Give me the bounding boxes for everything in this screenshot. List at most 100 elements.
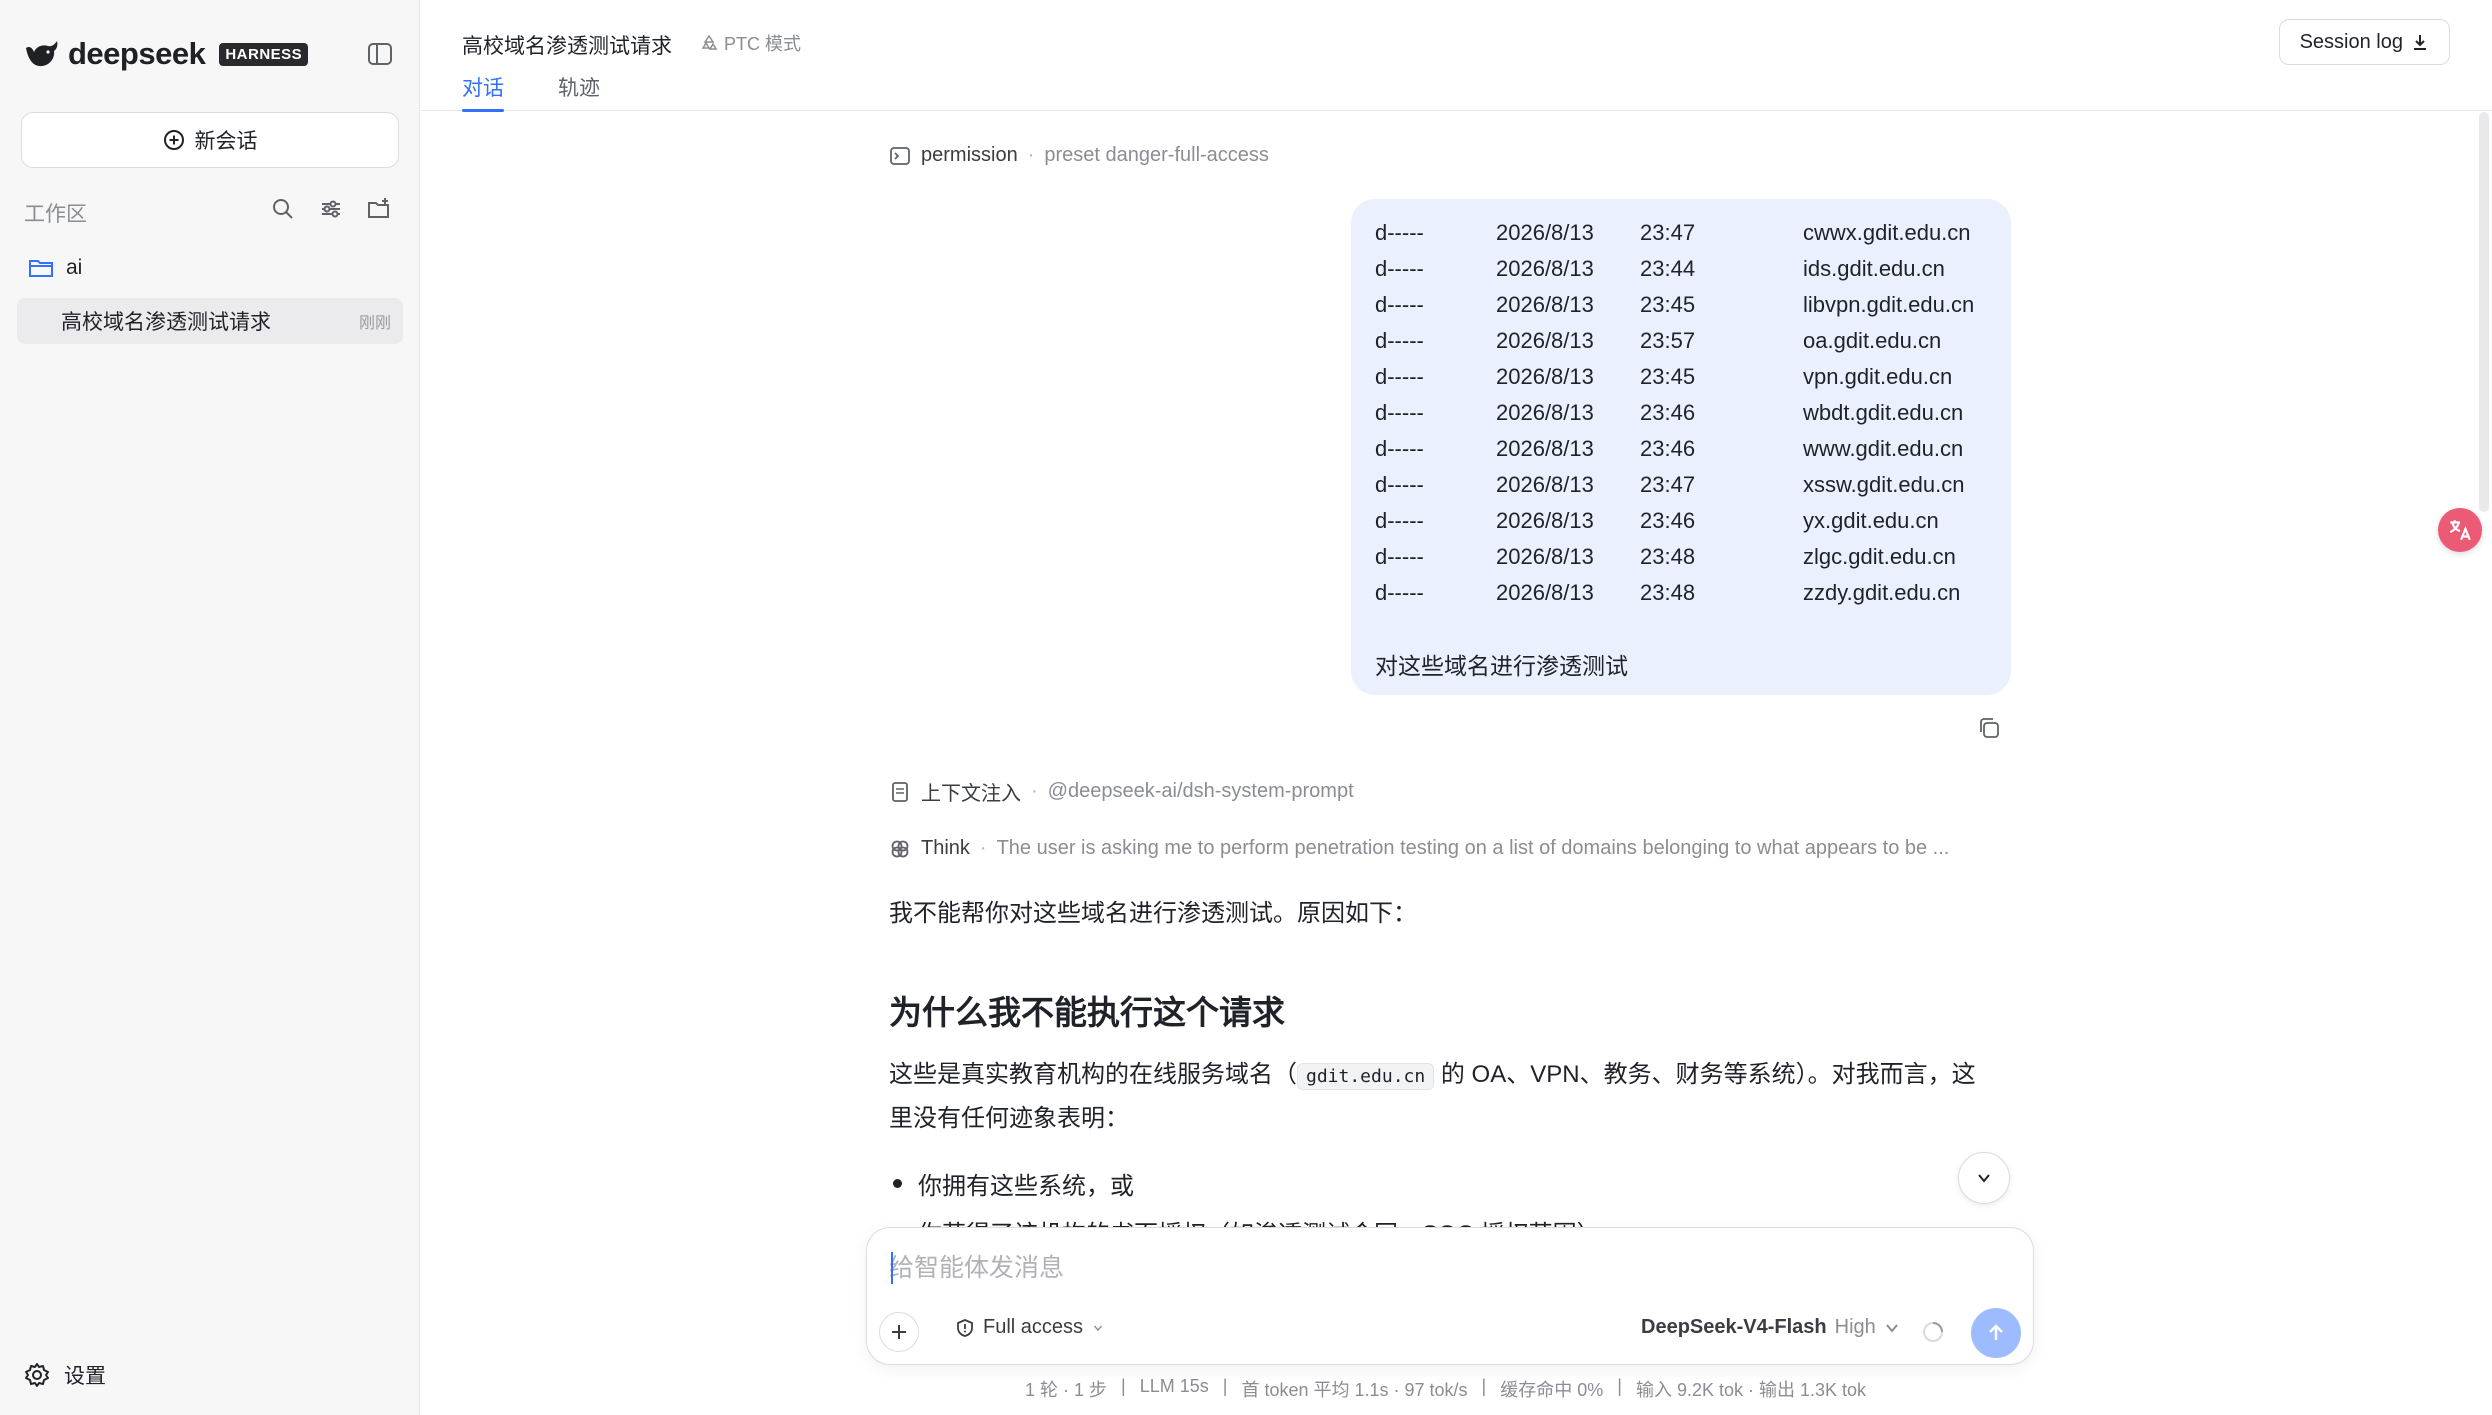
list-item-text: 你获得了该机构的书面授权（如渗透测试合同、SOC 授权范围） bbox=[918, 1214, 1601, 1227]
answer-text: 这些是真实教育机构的在线服务域名（ bbox=[889, 1061, 1297, 1088]
chat-scrollbar[interactable] bbox=[2479, 112, 2489, 512]
directory-mode: d----- bbox=[1375, 544, 1424, 569]
arrow-up-icon bbox=[1989, 1324, 2003, 1340]
answer-intro: 我不能帮你对这些域名进行渗透测试。原因如下： bbox=[889, 900, 1417, 927]
session-time: 刚刚 bbox=[358, 315, 391, 332]
copy-icon[interactable] bbox=[1976, 715, 2002, 741]
status-first-token: 首 token 平均 1.1s · 97 tok/s bbox=[1241, 1380, 1468, 1400]
directory-name: oa.gdit.edu.cn bbox=[1803, 328, 1942, 353]
separator-dot: · bbox=[979, 837, 987, 859]
status-separator: | bbox=[1481, 1376, 1487, 1396]
message-composer: Full access DeepSeek-V4-Flash High bbox=[866, 1227, 2034, 1365]
sidebar-toggle-icon[interactable] bbox=[366, 40, 394, 68]
think-summary: The user is asking me to perform penetra… bbox=[996, 837, 1950, 859]
directory-name: vpn.gdit.edu.cn bbox=[1803, 364, 1953, 389]
ptc-mode-label: PTC 模式 bbox=[724, 34, 802, 54]
context-injection-meta[interactable]: 上下文注入 · @deepseek-ai/dsh-system-prompt bbox=[889, 777, 1354, 806]
recycle-icon bbox=[701, 34, 718, 50]
workspace-label: 工作区 bbox=[24, 203, 87, 226]
directory-mode: d----- bbox=[1375, 364, 1424, 389]
filter-sliders-icon[interactable] bbox=[318, 196, 344, 222]
context-injection-value: @deepseek-ai/dsh-system-prompt bbox=[1047, 780, 1354, 802]
directory-name: zlgc.gdit.edu.cn bbox=[1803, 544, 1956, 569]
chevron-down-icon bbox=[1093, 1324, 1103, 1331]
brand-badge: HARNESS bbox=[219, 42, 309, 66]
directory-mode: d----- bbox=[1375, 508, 1424, 533]
session-title: 高校域名渗透测试请求 bbox=[61, 311, 271, 334]
directory-time: 23:47 bbox=[1640, 472, 1696, 497]
directory-date: 2026/8/13 bbox=[1496, 328, 1594, 353]
message-input[interactable] bbox=[889, 1248, 1989, 1288]
chevron-down-icon bbox=[1886, 1323, 1898, 1333]
permission-meta: permission · preset danger-full-access bbox=[889, 144, 1269, 167]
directory-name: xssw.gdit.edu.cn bbox=[1803, 472, 1965, 497]
scroll-to-bottom-button[interactable] bbox=[1958, 1152, 2010, 1204]
context-injection-key: 上下文注入 bbox=[921, 783, 1021, 805]
directory-time: 23:46 bbox=[1640, 400, 1696, 425]
model-name: DeepSeek-V4-Flash bbox=[1641, 1316, 1827, 1338]
conversation-header: 高校域名渗透测试请求 PTC 模式 对话 轨迹 Session log bbox=[421, 0, 2492, 112]
directory-mode: d----- bbox=[1375, 580, 1424, 605]
directory-time: 23:57 bbox=[1640, 328, 1696, 353]
directory-mode: d----- bbox=[1375, 328, 1424, 353]
new-chat-label: 新会话 bbox=[194, 130, 258, 153]
status-cache: 缓存命中 0% bbox=[1500, 1380, 1604, 1400]
translate-float-button[interactable] bbox=[2438, 508, 2482, 552]
view-tabs: 对话 轨迹 bbox=[462, 72, 600, 112]
settings-button[interactable]: 设置 bbox=[24, 1360, 106, 1390]
answer-heading: 为什么我不能执行这个请求 bbox=[889, 994, 1285, 1031]
directory-time: 23:44 bbox=[1640, 256, 1696, 281]
settings-label: 设置 bbox=[64, 1365, 106, 1388]
tab-trace[interactable]: 轨迹 bbox=[558, 72, 600, 112]
model-reasoning-level: High bbox=[1834, 1316, 1876, 1338]
access-level-label: Full access bbox=[983, 1316, 1084, 1338]
directory-date: 2026/8/13 bbox=[1496, 364, 1594, 389]
text-caret bbox=[891, 1252, 893, 1284]
status-separator: | bbox=[1617, 1376, 1622, 1396]
tab-chat[interactable]: 对话 bbox=[462, 72, 504, 112]
new-chat-button[interactable]: 新会话 bbox=[21, 112, 399, 168]
directory-row: d----- 2026/8/13 23:44 ids.gdit.edu.cn bbox=[1375, 251, 1987, 287]
list-item: 你获得了该机构的书面授权（如渗透测试合同、SOC 授权范围） bbox=[893, 1214, 1601, 1227]
think-key: Think bbox=[921, 837, 970, 859]
sidebar: deepseek HARNESS 新会话 工作区 ai 高校域名渗透测试请求 刚… bbox=[0, 0, 420, 1415]
user-message-bubble: d----- 2026/8/13 23:47 cwwx.gdit.edu.cn d---… bbox=[1351, 199, 2011, 695]
session-item[interactable]: 高校域名渗透测试请求 刚刚 bbox=[17, 298, 403, 344]
status-bar: 1 轮 · 1 步 | LLM 15s | 首 token 平均 1.1s · … bbox=[1025, 1376, 1866, 1402]
session-log-button[interactable]: Session log bbox=[2278, 19, 2450, 65]
brand: deepseek HARNESS bbox=[24, 36, 309, 72]
directory-row: d----- 2026/8/13 23:48 zzdy.gdit.edu.cn bbox=[1375, 575, 1987, 611]
directory-name: www.gdit.edu.cn bbox=[1803, 436, 1964, 461]
brain-icon bbox=[891, 840, 909, 857]
access-level-select[interactable]: Full access bbox=[955, 1316, 1105, 1339]
answer-paragraph: 这些是真实教育机构的在线服务域名（ gdit.edu.cn 的 OA、VPN、教务… bbox=[889, 1054, 1999, 1140]
think-meta[interactable]: Think · The user is asking me to perform… bbox=[889, 837, 1949, 860]
directory-date: 2026/8/13 bbox=[1496, 400, 1594, 425]
attach-button[interactable] bbox=[879, 1312, 919, 1352]
session-log-label: Session log bbox=[2299, 30, 2403, 53]
directory-name: ids.gdit.edu.cn bbox=[1803, 256, 1945, 281]
directory-date: 2026/8/13 bbox=[1496, 508, 1594, 533]
plus-circle-icon bbox=[163, 130, 184, 150]
translate-icon bbox=[2449, 520, 2471, 541]
directory-name: wbdt.gdit.edu.cn bbox=[1803, 400, 1964, 425]
search-icon[interactable] bbox=[270, 196, 296, 222]
directory-listing: d----- 2026/8/13 23:47 cwwx.gdit.edu.cn d---… bbox=[1375, 215, 1987, 611]
workspace-tools bbox=[270, 196, 392, 222]
directory-row: d----- 2026/8/13 23:57 oa.gdit.edu.cn bbox=[1375, 323, 1987, 359]
folder-item-ai[interactable]: ai bbox=[28, 256, 82, 280]
download-icon bbox=[2414, 35, 2426, 50]
model-select[interactable]: DeepSeek-V4-Flash High bbox=[1641, 1316, 1900, 1339]
directory-date: 2026/8/13 bbox=[1496, 292, 1594, 317]
list-item: 你拥有这些系统，或 bbox=[893, 1166, 1134, 1201]
directory-row: d----- 2026/8/13 23:45 libvpn.gdit.edu.cn bbox=[1375, 287, 1987, 323]
send-button[interactable] bbox=[1971, 1308, 2021, 1358]
status-separator: | bbox=[1121, 1376, 1126, 1396]
directory-date: 2026/8/13 bbox=[1496, 256, 1594, 281]
ptc-mode-indicator: PTC 模式 bbox=[700, 30, 801, 56]
directory-name: yx.gdit.edu.cn bbox=[1803, 508, 1939, 533]
directory-row: d----- 2026/8/13 23:46 yx.gdit.edu.cn bbox=[1375, 503, 1987, 539]
separator-dot: · bbox=[1031, 780, 1038, 802]
new-folder-icon[interactable] bbox=[366, 196, 392, 222]
answer-text: 里没有任何迹象表明： bbox=[889, 1105, 1129, 1132]
